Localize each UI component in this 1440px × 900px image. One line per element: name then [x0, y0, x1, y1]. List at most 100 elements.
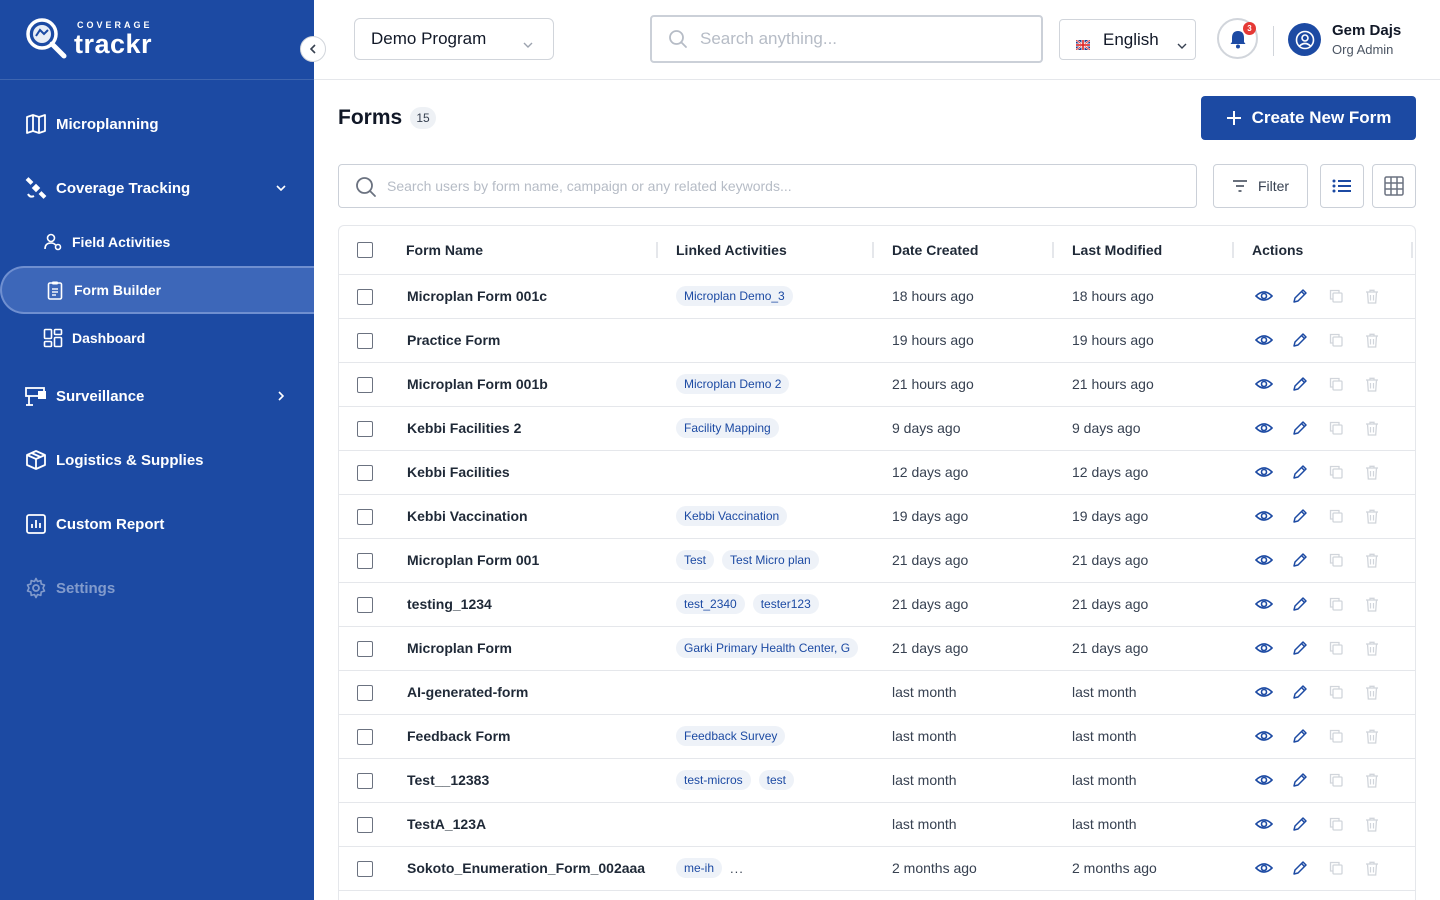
row-checkbox[interactable] — [357, 553, 373, 569]
edit-icon[interactable] — [1291, 331, 1309, 349]
table-row[interactable]: Microplan Form 001c Microplan Demo_3 18 … — [339, 275, 1415, 319]
form-name[interactable]: Sokoto_Enumeration_Form_002aaa — [407, 860, 645, 876]
linked-activity-tag[interactable]: test_2340 — [676, 594, 745, 614]
chevron-right-icon[interactable] — [274, 389, 288, 403]
table-row[interactable]: Kebbi Vaccination Kebbi Vaccination 19 d… — [339, 495, 1415, 539]
linked-activity-tag[interactable]: Garki Primary Health Center, G — [676, 638, 859, 658]
linked-activity-tag[interactable]: Test — [676, 550, 715, 570]
delete-icon[interactable] — [1363, 727, 1381, 745]
column-header-form-name[interactable]: Form Name — [406, 242, 483, 258]
form-name[interactable]: TestA_123A — [407, 816, 486, 832]
table-row[interactable]: Kebbi Facilities 12 days ago 12 days ago — [339, 451, 1415, 495]
delete-icon[interactable] — [1363, 595, 1381, 613]
view-icon[interactable] — [1255, 507, 1273, 525]
table-row[interactable]: testing_1234 test_2340 tester123 21 days … — [339, 583, 1415, 627]
delete-icon[interactable] — [1363, 419, 1381, 437]
column-header-linked-activities[interactable]: Linked Activities — [676, 242, 787, 258]
row-checkbox[interactable] — [357, 421, 373, 437]
form-name[interactable]: Practice Form — [407, 332, 500, 348]
edit-icon[interactable] — [1291, 683, 1309, 701]
duplicate-icon[interactable] — [1327, 683, 1345, 701]
linked-activity-tag[interactable]: tester123 — [752, 594, 819, 614]
view-icon[interactable] — [1255, 287, 1273, 305]
delete-icon[interactable] — [1363, 815, 1381, 833]
delete-icon[interactable] — [1363, 507, 1381, 525]
view-icon[interactable] — [1255, 331, 1273, 349]
view-icon[interactable] — [1255, 683, 1273, 701]
row-checkbox[interactable] — [357, 509, 373, 525]
sidebar-item-custom-report[interactable]: Custom Report — [0, 504, 314, 544]
sidebar-item-form-builder[interactable]: Form Builder — [0, 266, 314, 314]
edit-icon[interactable] — [1291, 287, 1309, 305]
view-icon[interactable] — [1255, 463, 1273, 481]
delete-icon[interactable] — [1363, 287, 1381, 305]
row-checkbox[interactable] — [357, 861, 373, 877]
global-search-input[interactable] — [700, 27, 1020, 51]
row-checkbox[interactable] — [357, 597, 373, 613]
delete-icon[interactable] — [1363, 463, 1381, 481]
row-checkbox[interactable] — [357, 333, 373, 349]
edit-icon[interactable] — [1291, 727, 1309, 745]
edit-icon[interactable] — [1291, 419, 1309, 437]
delete-icon[interactable] — [1363, 683, 1381, 701]
delete-icon[interactable] — [1363, 331, 1381, 349]
duplicate-icon[interactable] — [1327, 727, 1345, 745]
duplicate-icon[interactable] — [1327, 419, 1345, 437]
language-select[interactable]: English — [1059, 19, 1196, 60]
form-name[interactable]: Microplan Form — [407, 640, 512, 656]
row-checkbox[interactable] — [357, 641, 373, 657]
edit-icon[interactable] — [1291, 551, 1309, 569]
form-name[interactable]: AI-generated-form — [407, 684, 528, 700]
duplicate-icon[interactable] — [1327, 375, 1345, 393]
sidebar-item-logistics[interactable]: Logistics & Supplies — [0, 440, 314, 480]
linked-activity-tag[interactable]: Microplan Demo_3 — [676, 286, 793, 306]
row-checkbox[interactable] — [357, 465, 373, 481]
duplicate-icon[interactable] — [1327, 551, 1345, 569]
view-icon[interactable] — [1255, 419, 1273, 437]
list-view-button[interactable] — [1320, 164, 1364, 208]
select-all-checkbox[interactable] — [357, 242, 373, 258]
duplicate-icon[interactable] — [1327, 507, 1345, 525]
table-row[interactable]: Sokoto_Enumeration_Form_002aaa me-ih... … — [339, 847, 1415, 891]
duplicate-icon[interactable] — [1327, 771, 1345, 789]
duplicate-icon[interactable] — [1327, 331, 1345, 349]
delete-icon[interactable] — [1363, 639, 1381, 657]
form-name[interactable]: Microplan Form 001 — [407, 552, 539, 568]
table-row[interactable]: AI-generated-form last month last month — [339, 671, 1415, 715]
edit-icon[interactable] — [1291, 463, 1309, 481]
edit-icon[interactable] — [1291, 507, 1309, 525]
chevron-down-icon[interactable] — [274, 181, 288, 195]
view-icon[interactable] — [1255, 859, 1273, 877]
view-icon[interactable] — [1255, 815, 1273, 833]
table-row[interactable]: Microplan Form Garki Primary Health Cent… — [339, 627, 1415, 671]
duplicate-icon[interactable] — [1327, 595, 1345, 613]
form-name[interactable]: Test__12383 — [407, 772, 489, 788]
form-name[interactable]: Feedback Form — [407, 728, 510, 744]
linked-activity-tag[interactable]: test-micros — [676, 770, 751, 790]
table-row[interactable]: Test__12383 test-micros test last month l… — [339, 759, 1415, 803]
table-row[interactable]: Practice Form 19 hours ago 19 hours ago — [339, 319, 1415, 363]
table-row[interactable]: Feedback Form Feedback Survey last month… — [339, 715, 1415, 759]
view-icon[interactable] — [1255, 595, 1273, 613]
row-checkbox[interactable] — [357, 729, 373, 745]
sidebar-item-dashboard[interactable]: Dashboard — [0, 320, 314, 356]
edit-icon[interactable] — [1291, 639, 1309, 657]
delete-icon[interactable] — [1363, 375, 1381, 393]
sidebar-item-coverage-tracking[interactable]: Coverage Tracking — [0, 168, 314, 208]
avatar[interactable] — [1288, 23, 1321, 56]
form-name[interactable]: Microplan Form 001b — [407, 376, 548, 392]
linked-activity-tag[interactable]: Test Micro plan — [722, 550, 819, 570]
row-checkbox[interactable] — [357, 773, 373, 789]
table-row[interactable]: TestA_123A last month last month — [339, 803, 1415, 847]
view-icon[interactable] — [1255, 375, 1273, 393]
grid-view-button[interactable] — [1372, 164, 1416, 208]
row-checkbox[interactable] — [357, 685, 373, 701]
linked-activity-tag[interactable]: test — [758, 770, 795, 790]
duplicate-icon[interactable] — [1327, 463, 1345, 481]
app-logo[interactable]: COVERAGE trackr — [24, 14, 153, 64]
sidebar-item-surveillance[interactable]: Surveillance — [0, 376, 314, 416]
filter-button[interactable]: Filter — [1213, 164, 1308, 208]
linked-activity-tag[interactable]: Facility Mapping — [676, 418, 779, 438]
row-checkbox[interactable] — [357, 377, 373, 393]
delete-icon[interactable] — [1363, 771, 1381, 789]
